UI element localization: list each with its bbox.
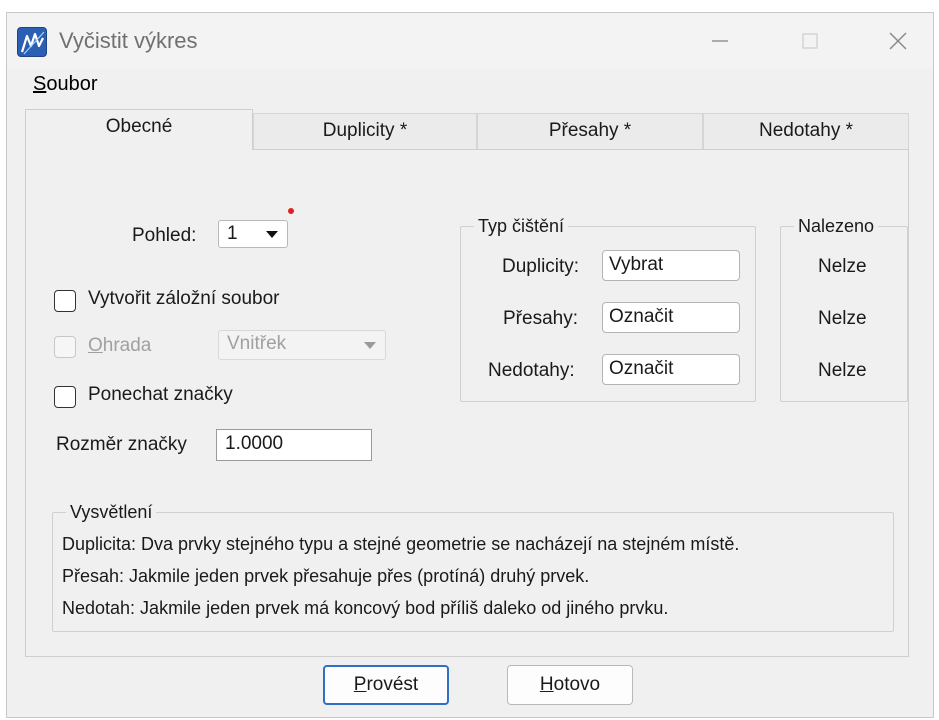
found-duplicity-value: Nelze	[818, 256, 867, 277]
tab-presahy[interactable]: Přesahy *	[477, 113, 703, 149]
menu-soubor-accel: S	[33, 73, 47, 95]
tab-strip: Obecné Duplicity * Přesahy * Nedotahy *	[25, 109, 909, 150]
explanation-line-nedotah: Nedotah: Jakmile jeden prvek má koncový …	[62, 598, 669, 618]
cleanup-type-legend: Typ čištění	[474, 216, 569, 237]
explanation-legend: Vysvětlení	[66, 502, 157, 523]
mark-size-label: Rozměr značky	[56, 434, 187, 455]
explanation-line-presah: Přesah: Jakmile jeden prvek přesahuje př…	[62, 566, 590, 586]
keep-marks-checkbox[interactable]	[54, 386, 76, 408]
run-button-accel: P	[353, 674, 367, 695]
run-button[interactable]: Provést	[323, 665, 449, 705]
menu-soubor[interactable]: Soubor	[33, 73, 98, 96]
fence-label: Ohrada	[88, 335, 151, 357]
chevron-down-icon	[266, 231, 278, 238]
close-button[interactable]	[875, 21, 921, 61]
backup-file-label: Vytvořit záložní soubor	[88, 288, 280, 309]
run-button-label: rovést	[366, 674, 419, 695]
duplicity-mode-field[interactable]: Vybrat	[602, 250, 740, 281]
general-tab-panel: Pohled: 1 Vytvořit záložní soubor Ohrada…	[25, 149, 909, 657]
menu-soubor-label: oubor	[46, 73, 98, 95]
title-bar[interactable]: Vyčistit výkres	[7, 13, 933, 69]
done-button-label: otovo	[553, 674, 601, 695]
chevron-down-icon	[364, 342, 376, 349]
desktop-background	[0, 0, 939, 12]
tab-obecne[interactable]: Obecné	[25, 109, 253, 150]
mark-size-input[interactable]: 1.0000	[216, 429, 372, 461]
fence-label-accel: O	[88, 335, 103, 356]
done-button[interactable]: Hotovo	[507, 665, 633, 705]
fence-mode-select[interactable]: Vnitřek	[218, 330, 386, 360]
tab-nedotahy[interactable]: Nedotahy *	[703, 113, 909, 149]
nedotahy-label: Nedotahy:	[488, 360, 575, 381]
done-button-accel: H	[539, 674, 554, 695]
maximize-button[interactable]	[787, 21, 833, 61]
view-label: Pohled:	[132, 225, 197, 246]
backup-file-checkbox[interactable]	[54, 290, 76, 312]
fence-checkbox[interactable]	[54, 336, 76, 358]
view-select[interactable]: 1	[218, 220, 288, 248]
presahy-mode-field[interactable]: Označit	[602, 302, 740, 333]
explanation-line-duplicity: Duplicita: Dva prvky stejného typu a ste…	[62, 534, 740, 554]
close-icon	[889, 32, 907, 50]
window-title: Vyčistit výkres	[59, 28, 198, 53]
minimize-button[interactable]	[697, 21, 743, 61]
found-presahy-value: Nelze	[818, 308, 867, 329]
nedotahy-mode-field[interactable]: Označit	[602, 354, 740, 385]
presahy-label: Přesahy:	[503, 308, 578, 329]
maximize-icon	[802, 33, 818, 49]
found-nedotahy-value: Nelze	[818, 360, 867, 381]
minimize-icon	[712, 40, 728, 42]
found-legend: Nalezeno	[794, 216, 879, 237]
modified-indicator-dot	[288, 208, 294, 214]
fence-mode-value: Vnitřek	[227, 333, 287, 354]
fence-label-rest: hrada	[102, 335, 152, 356]
menu-bar: Soubor	[7, 69, 933, 99]
view-select-value: 1	[227, 223, 238, 244]
duplicity-label: Duplicity:	[502, 256, 580, 277]
keep-marks-label: Ponechat značky	[88, 384, 233, 405]
tab-duplicity[interactable]: Duplicity *	[253, 113, 477, 149]
microstation-app-icon	[17, 27, 47, 57]
cleanup-dialog: Vyčistit výkres Soubor Obecné Duplicity …	[6, 12, 934, 718]
